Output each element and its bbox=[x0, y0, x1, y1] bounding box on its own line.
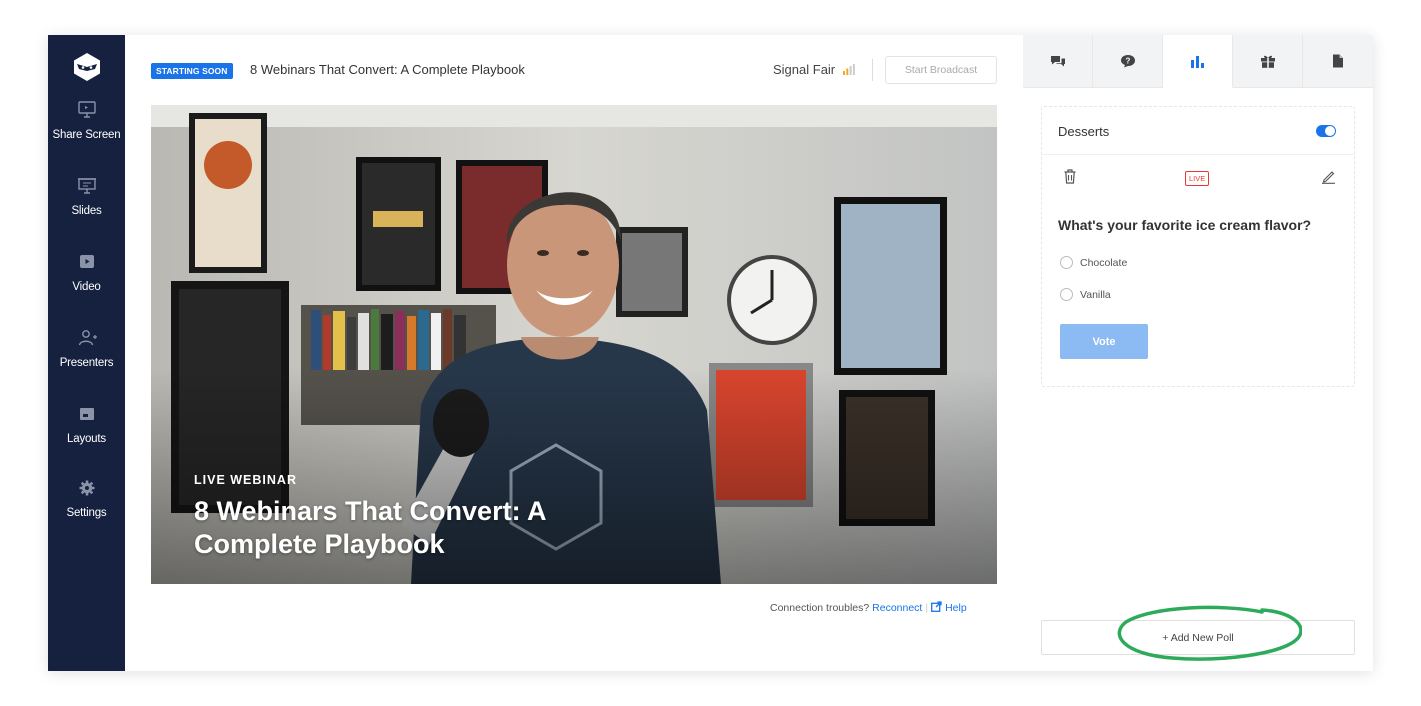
help-link[interactable]: Help bbox=[945, 602, 967, 614]
tab-offers[interactable] bbox=[1233, 35, 1303, 88]
side-panel: ? Desserts LIVE What's your favorite ice… bbox=[1023, 35, 1373, 671]
tab-handouts[interactable] bbox=[1303, 35, 1373, 88]
status-badge: STARTING SOON bbox=[151, 63, 233, 79]
header-divider bbox=[872, 59, 873, 81]
sidebar-item-label: Presenters bbox=[59, 357, 114, 369]
chat-icon bbox=[1050, 56, 1065, 67]
sidebar-item-presenters[interactable]: Presenters bbox=[48, 329, 125, 371]
sidebar-item-label: Layouts bbox=[67, 433, 106, 445]
external-link-icon[interactable] bbox=[931, 601, 942, 612]
add-user-icon bbox=[78, 330, 97, 346]
signal-label: Signal Fair bbox=[773, 62, 836, 77]
poll-chart-icon bbox=[1190, 56, 1204, 68]
connection-help: Connection troubles? Reconnect | Help bbox=[770, 601, 967, 614]
link-separator: | bbox=[925, 602, 929, 614]
gear-icon bbox=[79, 480, 94, 496]
monitor-icon bbox=[77, 101, 96, 118]
live-badge: LIVE bbox=[1185, 171, 1210, 186]
radio-button[interactable] bbox=[1060, 288, 1073, 301]
layout-icon bbox=[79, 408, 94, 420]
panel-tabs: ? bbox=[1023, 35, 1373, 88]
poll-name: Desserts bbox=[1058, 124, 1110, 139]
app-window: Share Screen Slides Video Presenters Lay… bbox=[48, 35, 1373, 671]
svg-text:?: ? bbox=[1125, 56, 1130, 65]
tab-chat[interactable] bbox=[1023, 35, 1093, 88]
reconnect-link[interactable]: Reconnect bbox=[872, 602, 922, 614]
gift-icon bbox=[1260, 55, 1275, 68]
polls-panel: Desserts LIVE What's your favorite ice c… bbox=[1023, 88, 1373, 671]
question-icon: ? bbox=[1120, 55, 1135, 68]
tab-polls[interactable] bbox=[1163, 35, 1233, 88]
sidebar: Share Screen Slides Video Presenters Lay… bbox=[48, 35, 125, 671]
pencil-icon[interactable] bbox=[1321, 169, 1336, 184]
add-new-poll-button[interactable]: + Add New Poll bbox=[1041, 620, 1355, 655]
sidebar-item-label: Settings bbox=[66, 507, 107, 519]
poll-card: Desserts LIVE What's your favorite ice c… bbox=[1041, 106, 1355, 387]
trash-icon[interactable] bbox=[1064, 169, 1076, 184]
sidebar-item-slides[interactable]: Slides bbox=[48, 177, 125, 219]
play-icon bbox=[79, 255, 94, 268]
poll-enabled-toggle[interactable] bbox=[1316, 125, 1336, 137]
ninja-logo-icon bbox=[74, 53, 100, 81]
poll-option-label: Vanilla bbox=[1080, 289, 1111, 301]
poll-question: What's your favorite ice cream flavor? bbox=[1058, 217, 1312, 233]
tab-questions[interactable]: ? bbox=[1093, 35, 1163, 88]
document-icon bbox=[1333, 54, 1343, 68]
sidebar-item-label: Slides bbox=[71, 205, 102, 217]
poll-header: Desserts bbox=[1042, 107, 1354, 155]
video-stage[interactable]: LIVE WEBINAR 8 Webinars That Convert: A … bbox=[151, 105, 997, 584]
sidebar-item-layouts[interactable]: Layouts bbox=[48, 405, 125, 447]
poll-option-label: Chocolate bbox=[1080, 257, 1128, 269]
sidebar-item-share-screen[interactable]: Share Screen bbox=[48, 101, 125, 143]
video-overlay-kicker: LIVE WEBINAR bbox=[194, 473, 297, 487]
poll-option[interactable]: Chocolate bbox=[1060, 256, 1127, 269]
poll-toolbar: LIVE bbox=[1042, 167, 1356, 191]
sidebar-item-settings[interactable]: Settings bbox=[48, 479, 125, 521]
sidebar-item-video[interactable]: Video bbox=[48, 253, 125, 295]
poll-option[interactable]: Vanilla bbox=[1060, 288, 1111, 301]
connection-text: Connection troubles? bbox=[770, 602, 870, 614]
sidebar-item-label: Share Screen bbox=[52, 129, 121, 141]
signal-bars-icon bbox=[842, 64, 855, 75]
vote-button[interactable]: Vote bbox=[1060, 324, 1148, 359]
sidebar-item-label: Video bbox=[72, 281, 101, 293]
presentation-icon bbox=[77, 178, 96, 194]
start-broadcast-button[interactable]: Start Broadcast bbox=[885, 56, 997, 84]
video-overlay-title: 8 Webinars That Convert: A Complete Play… bbox=[194, 496, 546, 559]
signal-status: Signal Fair bbox=[773, 62, 855, 77]
webinar-title: 8 Webinars That Convert: A Complete Play… bbox=[250, 62, 525, 77]
radio-button[interactable] bbox=[1060, 256, 1073, 269]
